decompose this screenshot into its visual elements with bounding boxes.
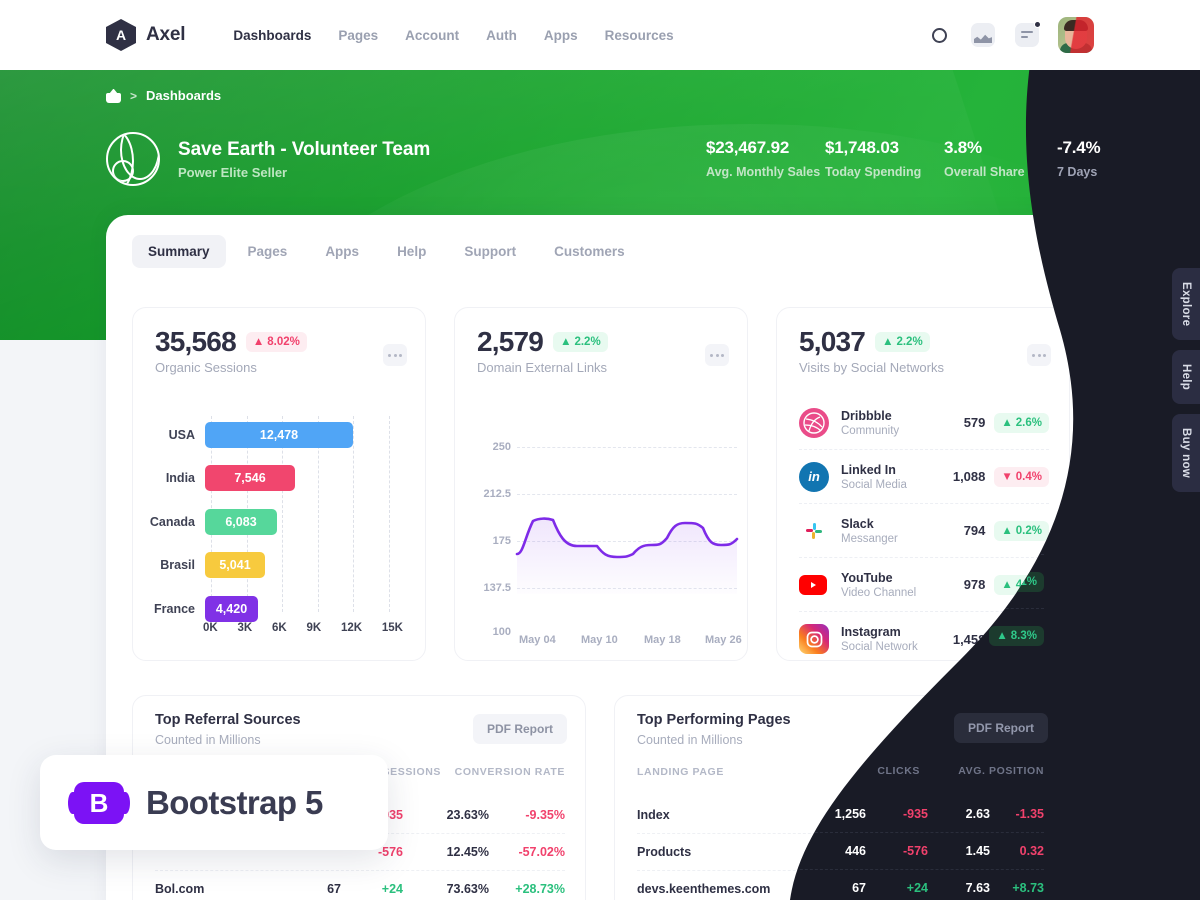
list-item-subtitle: Video Channel (836, 583, 912, 596)
instagram-icon (794, 621, 824, 651)
main-nav-links: Dashboards Pages Account Auth Apps Resou… (233, 28, 673, 43)
cell-clicks-delta: -935 (902, 806, 928, 821)
list-item[interactable]: Slack Messanger 794 ▲ 0.2% (794, 501, 1044, 555)
cell-position: 2.63 (965, 806, 990, 821)
notifications-icon[interactable] (1014, 21, 1041, 48)
list-item-subtitle: Messanger (836, 529, 893, 542)
top-navigation: A Axel Dashboards Pages Account Auth App… (0, 0, 1200, 70)
delta-value: 0.4% (1010, 467, 1037, 480)
app-root: A Axel Dashboards Pages Account Auth App… (0, 0, 1200, 900)
delta-value: 0.2% (1010, 521, 1037, 534)
list-item-title: Dribbble (836, 405, 887, 420)
list-item-title: Slack (836, 513, 869, 528)
table-row[interactable]: devs.keenthemes.com 67 +24 7.63 +8.73 (634, 869, 1044, 900)
right-rail: Explore Help Buy now (1172, 268, 1200, 493)
cell-page: Index (634, 806, 667, 821)
list-item-title: YouTube (836, 567, 888, 582)
status-badge: ▲ 8.3% (989, 626, 1044, 646)
nav-item-auth[interactable]: Auth (486, 28, 517, 43)
table-top-performing-pages-dark: Top Performing Pages Counted in Millions… (612, 695, 1066, 900)
rail-tab-explore[interactable]: Explore (1172, 268, 1200, 341)
cell-position-delta: 0.32 (1019, 843, 1044, 858)
delta-value: 4.1% (1010, 575, 1037, 588)
list-item-value: 1,088 (947, 466, 981, 481)
brand-name: Axel (146, 24, 186, 45)
table-subtitle: Counted in Millions (634, 732, 740, 746)
cell-position: 7.63 (965, 880, 990, 895)
status-badge: ▲ 4.1% (989, 572, 1044, 592)
list-item-value: 579 (958, 412, 981, 427)
table-title: Top Performing Pages (634, 711, 788, 727)
arrow-up-icon: ▲ (996, 575, 1008, 588)
bootstrap-mark: B (89, 787, 109, 818)
pdf-report-button[interactable]: PDF Report (954, 713, 1048, 743)
hero-stat-7days: -7.4% 7 Days (1057, 138, 1147, 179)
table-row[interactable]: Products 446 -576 1.45 0.32 (634, 832, 1044, 869)
cell-clicks-delta: +24 (906, 880, 928, 895)
brand-mark-icon: A (106, 19, 136, 51)
delta-value: 2.6% (1010, 413, 1037, 426)
search-icon[interactable] (926, 22, 952, 48)
cell-page: devs.keenthemes.com (634, 880, 768, 895)
hero-stat-label: 7 Days (1057, 165, 1098, 179)
linkedin-icon: in (794, 459, 824, 489)
status-badge: ▼ 0.4% (989, 464, 1044, 484)
list-item-value: 978 (958, 574, 981, 589)
list-item-title: Linked In (836, 459, 891, 474)
cell-position-delta: +8.73 (1012, 880, 1044, 895)
list-item[interactable]: Instagram Social Network 1,458 ▲ 8.3% (794, 609, 1044, 663)
brand-logo[interactable]: A Axel (106, 19, 186, 51)
list-item-title: Instagram (836, 622, 896, 636)
notification-badge (1034, 21, 1041, 28)
nav-actions (926, 17, 1094, 53)
nav-item-pages[interactable]: Pages (338, 28, 378, 43)
hero-stat-value: -7.4% (1057, 138, 1101, 157)
arrow-up-icon: ▲ (996, 630, 1008, 642)
nav-item-resources[interactable]: Resources (605, 28, 674, 43)
list-item[interactable]: in Linked In Social Media 1,088 ▼ 0.4% (794, 447, 1044, 501)
youtube-icon (794, 572, 822, 592)
nav-item-account[interactable]: Account (405, 28, 459, 43)
cell-position-delta: -1.35 (1015, 806, 1044, 821)
list-item-subtitle: Community (836, 421, 895, 434)
avatar[interactable] (1058, 17, 1094, 53)
cell-clicks: 446 (845, 843, 866, 858)
cell-clicks: 67 (852, 880, 866, 895)
social-list-dark: Dribbble Community 579 ▲ 2.6% in Linked … (794, 393, 1044, 663)
cell-clicks-delta: -576 (902, 843, 928, 858)
nav-item-dashboards[interactable]: Dashboards (233, 28, 311, 43)
column-header: LANDING PAGE (634, 765, 721, 777)
list-item-subtitle: Social Media (836, 475, 902, 488)
list-item[interactable]: YouTube Video Channel 978 ▲ 4.1% (794, 555, 1044, 609)
delta-value: 8.3% (1010, 630, 1037, 642)
arrow-up-icon: ▲ (996, 413, 1008, 426)
nav-item-apps[interactable]: Apps (544, 28, 578, 43)
slack-icon (794, 513, 824, 543)
table-row[interactable]: Index 1,256 -935 2.63 -1.35 (634, 795, 1044, 832)
dribbble-icon (794, 405, 824, 435)
rail-tab-buy-now[interactable]: Buy now (1172, 414, 1200, 493)
list-item-subtitle: Social Network (836, 638, 913, 650)
activity-icon[interactable] (970, 22, 996, 48)
list-item-value: 1,458 (947, 628, 981, 644)
rail-tab-help[interactable]: Help (1172, 350, 1200, 405)
list-item-value: 794 (958, 520, 981, 535)
status-badge: ▲ 2.6% (989, 410, 1044, 430)
column-header: CLICKS (877, 765, 920, 777)
cell-clicks: 1,256 (834, 806, 866, 821)
bootstrap-icon: B (68, 781, 130, 824)
arrow-down-icon: ▼ (996, 467, 1008, 480)
bootstrap-label: Bootstrap 5 (146, 783, 323, 821)
cell-position: 1.45 (965, 843, 990, 858)
cell-page: Products (634, 843, 689, 858)
bootstrap-badge: B Bootstrap 5 (40, 755, 388, 850)
arrow-up-icon: ▲ (996, 521, 1008, 534)
list-item[interactable]: Dribbble Community 579 ▲ 2.6% (794, 393, 1044, 447)
status-badge: ▲ 0.2% (989, 518, 1044, 538)
column-header: AVG. POSITION (958, 765, 1044, 777)
table-header-row: LANDING PAGE CLICKS AVG. POSITION (634, 765, 1044, 777)
